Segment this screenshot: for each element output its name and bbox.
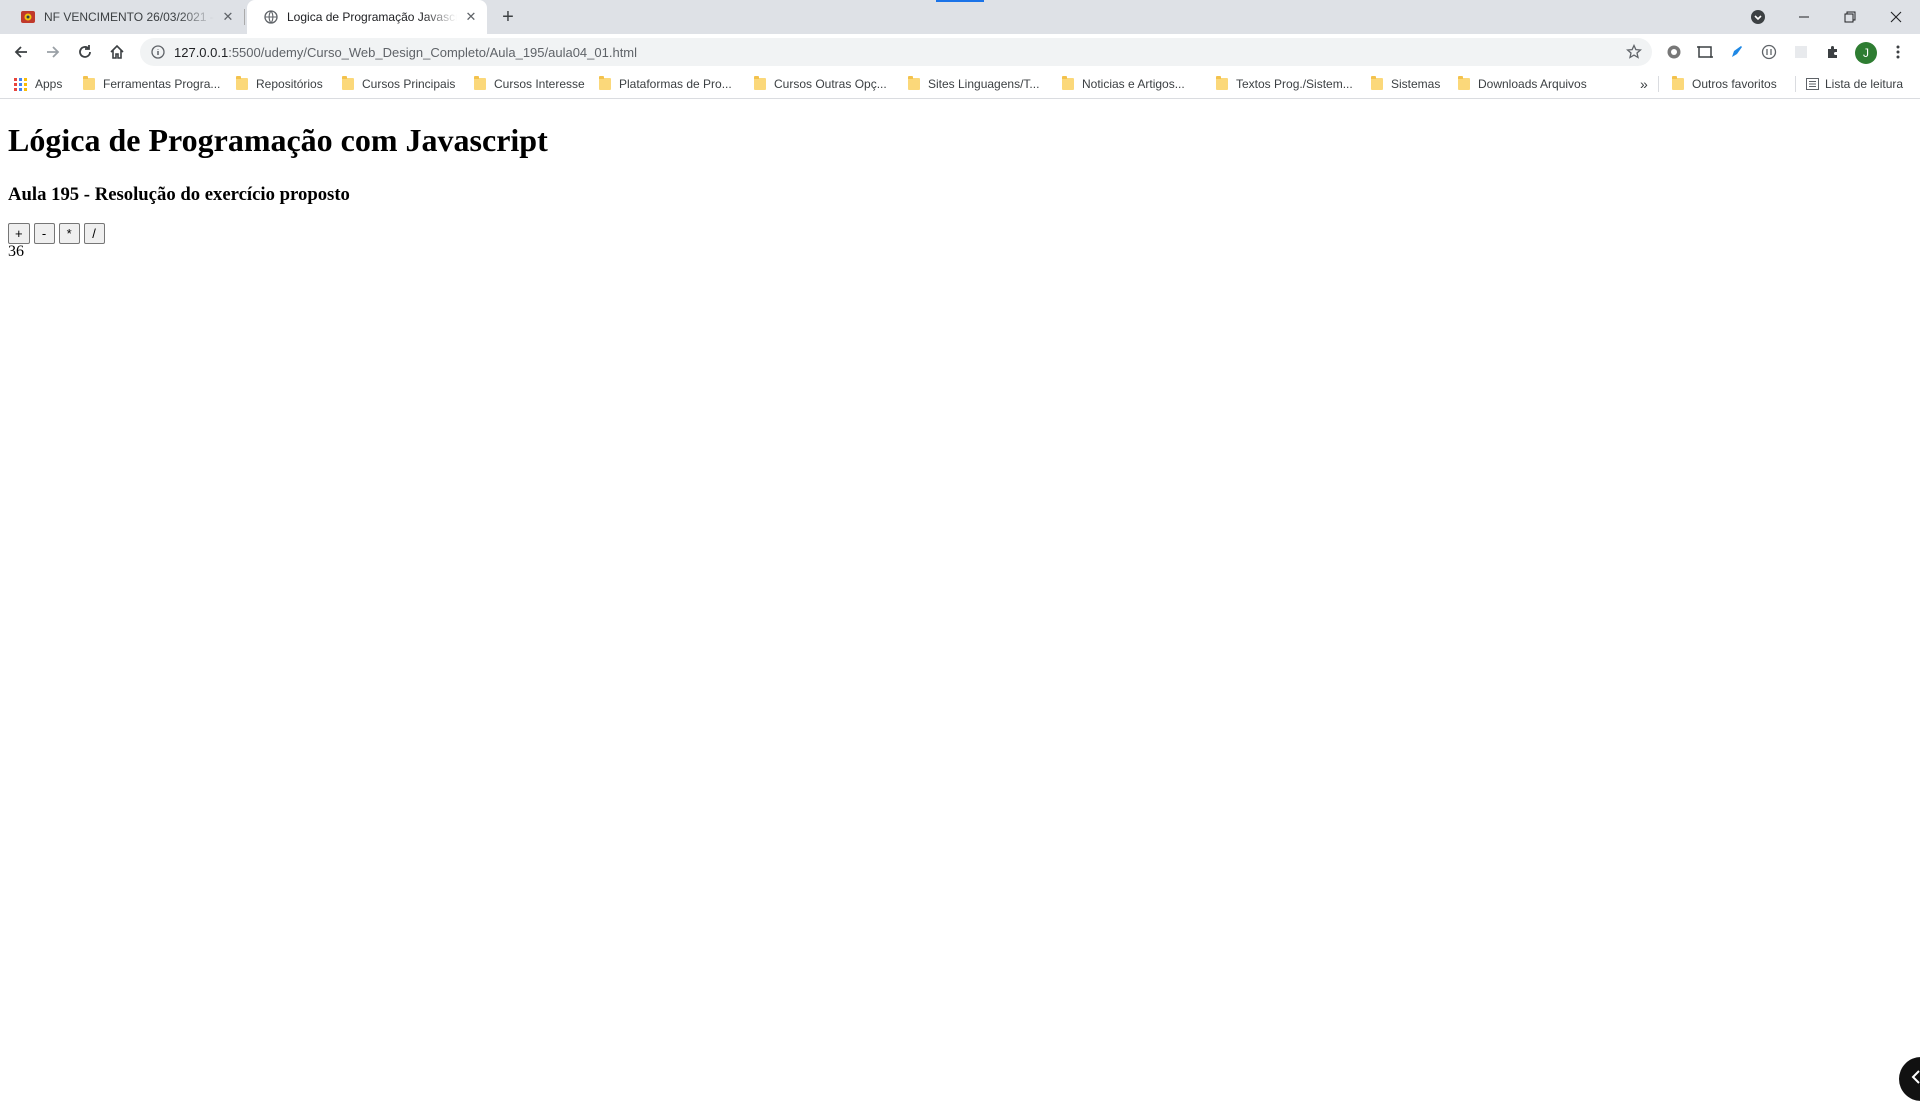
browser-menu-icon[interactable] (1888, 42, 1908, 62)
bookmark-folder-repositorios[interactable]: Repositórios (236, 75, 323, 93)
site-info-icon[interactable] (150, 44, 166, 60)
bookmark-label: Cursos Principais (362, 77, 456, 91)
folder-icon (342, 76, 354, 90)
folder-icon (908, 76, 920, 90)
bookmark-folder-ferramentas[interactable]: Ferramentas Progra... (83, 75, 220, 93)
bookmark-label: Cursos Interesse (494, 77, 585, 91)
bookmark-folder-outros-favoritos[interactable]: Outros favoritos (1672, 75, 1777, 93)
folder-icon (236, 76, 248, 90)
folder-icon (474, 76, 486, 90)
address-bar[interactable]: 127.0.0.1:5500/udemy/Curso_Web_Design_Co… (140, 38, 1652, 66)
url-path: :5500/udemy/Curso_Web_Design_Completo/Au… (228, 44, 638, 60)
forward-button[interactable] (39, 38, 67, 66)
tab-search-icon[interactable] (1748, 7, 1768, 27)
add-button[interactable]: + (8, 223, 30, 244)
bookmark-apps[interactable]: Apps (14, 75, 62, 93)
folder-icon (754, 76, 766, 90)
bookmark-label: Downloads Arquivos (1478, 77, 1587, 91)
operation-buttons: + - * / (8, 223, 105, 244)
bookmark-label: Plataformas de Pro... (619, 77, 732, 91)
bookmark-label: Apps (35, 77, 63, 91)
bookmark-label: Noticias e Artigos... (1082, 77, 1185, 91)
bookmark-label: Textos Prog./Sistem... (1236, 77, 1353, 91)
bookmark-folder-plataformas[interactable]: Plataformas de Pro... (599, 75, 732, 93)
extensions-puzzle-icon[interactable] (1823, 42, 1843, 62)
bookmarks-separator (1658, 76, 1659, 92)
browser-toolbar: 127.0.0.1:5500/udemy/Curso_Web_Design_Co… (0, 34, 1920, 70)
tab-nf-vencimento[interactable]: NF VENCIMENTO 26/03/2021 - jo ✕ (4, 0, 244, 34)
close-tab-icon[interactable]: ✕ (463, 9, 479, 25)
multiply-button[interactable]: * (58, 223, 80, 244)
page-title: Lógica de Programação com Javascript (8, 122, 548, 158)
folder-icon (1371, 76, 1383, 90)
chevron-left-icon (1911, 1069, 1920, 1089)
folder-icon (599, 76, 611, 90)
bookmark-folder-cursos-interesse[interactable]: Cursos Interesse (474, 75, 585, 93)
url-text: 127.0.0.1:5500/udemy/Curso_Web_Design_Co… (174, 45, 637, 60)
bookmark-label: Lista de leitura (1825, 77, 1904, 91)
document-favicon-icon (20, 9, 36, 25)
bookmark-folder-cursos-outras[interactable]: Cursos Outras Opç... (754, 75, 887, 93)
close-tab-icon[interactable]: ✕ (220, 9, 236, 25)
bookmark-label: Outros favoritos (1692, 77, 1777, 91)
divide-button[interactable]: / (83, 223, 105, 244)
bookmark-label: Repositórios (256, 77, 323, 91)
apps-grid-icon (14, 77, 27, 91)
new-tab-button[interactable]: + (496, 5, 520, 29)
folder-icon (1216, 76, 1228, 90)
bookmark-folder-sistemas[interactable]: Sistemas (1371, 75, 1440, 93)
bookmark-label: Cursos Outras Opç... (774, 77, 887, 91)
restore-button[interactable] (1827, 0, 1873, 34)
tab-title: NF VENCIMENTO 26/03/2021 - jo (44, 10, 214, 24)
reading-list-icon (1806, 78, 1819, 90)
minimize-button[interactable] (1781, 0, 1827, 34)
bookmark-folder-sites-linguagens[interactable]: Sites Linguagens/T... (908, 75, 1039, 93)
close-window-button[interactable] (1873, 0, 1919, 34)
bookmark-star-icon[interactable] (1626, 44, 1642, 60)
bookmark-label: Ferramentas Progra... (103, 77, 221, 91)
bookmark-folder-textos[interactable]: Textos Prog./Sistem... (1216, 75, 1353, 93)
page-subtitle: Aula 195 - Resolução do exercício propos… (8, 184, 350, 205)
folder-icon (1062, 76, 1074, 90)
extension-shield-icon[interactable] (1664, 42, 1684, 62)
url-host: 127.0.0.1 (174, 44, 229, 60)
folder-icon (1672, 76, 1684, 90)
extension-blank-icon[interactable] (1791, 42, 1811, 62)
tab-title: Logica de Programação Javascript (287, 10, 457, 24)
bookmarks-overflow-button[interactable]: » (1640, 75, 1648, 93)
bookmarks-separator (1795, 76, 1796, 92)
floating-toggle-button[interactable] (1899, 1057, 1920, 1101)
bookmark-label: Sistemas (1391, 77, 1441, 91)
tab-logica-programacao[interactable]: Logica de Programação Javascript ✕ (247, 0, 487, 34)
reload-button[interactable] (71, 38, 99, 66)
subtract-button[interactable]: - (33, 223, 55, 244)
result-output: 36 (8, 243, 24, 260)
back-button[interactable] (7, 38, 35, 66)
bookmark-folder-downloads[interactable]: Downloads Arquivos (1458, 75, 1587, 93)
tab-separator (244, 9, 245, 25)
tab-drag-indicator (936, 0, 984, 2)
folder-icon (83, 76, 95, 90)
bookmark-folder-cursos-principais[interactable]: Cursos Principais (342, 75, 455, 93)
extension-pen-icon[interactable] (1727, 42, 1747, 62)
page-content: Lógica de Programação com Javascript Aul… (0, 99, 1920, 1101)
profile-avatar[interactable]: J (1855, 42, 1877, 64)
home-button[interactable] (103, 38, 131, 66)
bookmark-folder-noticias[interactable]: Noticias e Artigos... (1062, 75, 1185, 93)
reading-list-button[interactable]: Lista de leitura (1806, 75, 1903, 93)
extension-circle-icon[interactable] (1759, 42, 1779, 62)
tab-strip: NF VENCIMENTO 26/03/2021 - jo ✕ Logica d… (0, 0, 1920, 34)
bookmarks-bar: Apps Ferramentas Progra... Repositórios … (0, 70, 1920, 99)
extension-screenshot-icon[interactable] (1695, 42, 1715, 62)
folder-icon (1458, 76, 1470, 90)
bookmark-label: Sites Linguagens/T... (928, 77, 1040, 91)
globe-favicon-icon (263, 9, 279, 25)
